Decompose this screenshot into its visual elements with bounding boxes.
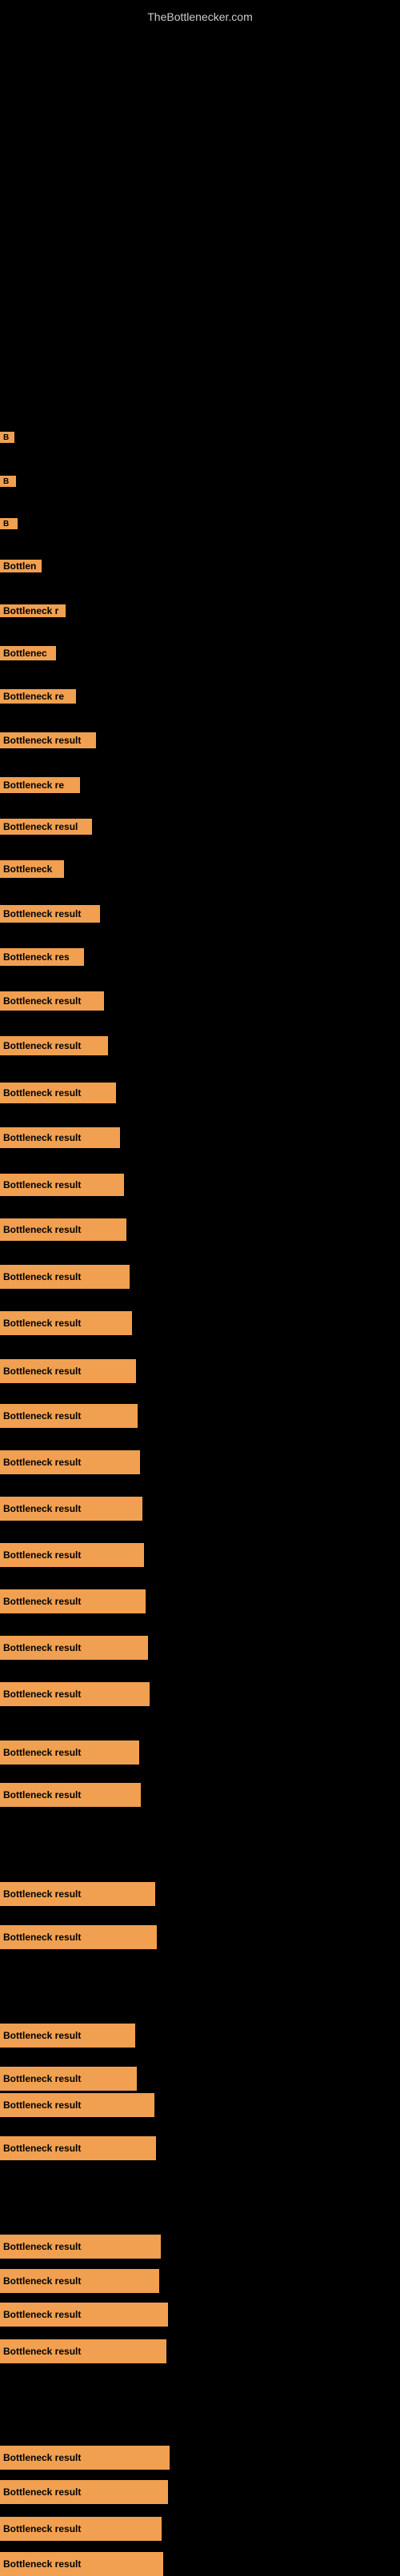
bottleneck-bar: Bottleneck result — [0, 2480, 168, 2504]
bottleneck-bar: Bottleneck result — [0, 1882, 155, 1906]
bottleneck-bar: Bottleneck result — [0, 2024, 135, 2048]
bottleneck-bar: Bottleneck result — [0, 2552, 163, 2576]
bottleneck-bar: Bottleneck result — [0, 2517, 162, 2541]
bottleneck-bar: Bottleneck result — [0, 1925, 157, 1949]
bottleneck-bar: B — [0, 432, 14, 443]
site-title: TheBottlenecker.com — [0, 4, 400, 30]
bottleneck-bar: Bottleneck result — [0, 1783, 141, 1807]
bottleneck-bar: Bottleneck resul — [0, 819, 92, 835]
bottleneck-bar: Bottleneck re — [0, 777, 80, 793]
bottleneck-bar: Bottleneck re — [0, 689, 76, 704]
bottleneck-bar: Bottleneck result — [0, 1174, 124, 1196]
bottleneck-bar: Bottleneck result — [0, 2446, 170, 2470]
bottleneck-bar: Bottleneck result — [0, 1741, 139, 1765]
bottleneck-bar: Bottleneck result — [0, 1589, 146, 1613]
bottleneck-bar: Bottleneck result — [0, 2269, 159, 2293]
bottleneck-bar: Bottleneck r — [0, 604, 66, 617]
bottleneck-bar: Bottleneck result — [0, 991, 104, 1011]
bottleneck-bar: Bottlenec — [0, 646, 56, 660]
bottleneck-bar: Bottleneck result — [0, 2303, 168, 2327]
bottleneck-bar: Bottleneck result — [0, 1359, 136, 1383]
bottleneck-bar: B — [0, 518, 18, 529]
bottleneck-bar: Bottleneck result — [0, 2136, 156, 2160]
bottleneck-bar: Bottleneck result — [0, 1682, 150, 1706]
bottleneck-bar: Bottleneck result — [0, 1404, 138, 1428]
bottleneck-bar: Bottlen — [0, 560, 42, 572]
bottleneck-bar: Bottleneck result — [0, 905, 100, 923]
bottleneck-bar: Bottleneck result — [0, 1127, 120, 1148]
bottleneck-bar: Bottleneck result — [0, 1497, 142, 1521]
bottleneck-bar: Bottleneck — [0, 860, 64, 878]
bottleneck-bar: Bottleneck result — [0, 1036, 108, 1055]
bottleneck-bar: Bottleneck result — [0, 1450, 140, 1474]
bottleneck-bar: Bottleneck result — [0, 1083, 116, 1103]
bottleneck-bar: Bottleneck result — [0, 2339, 166, 2363]
bottleneck-bar: Bottleneck result — [0, 1311, 132, 1335]
bottleneck-bar: Bottleneck result — [0, 732, 96, 748]
bottleneck-bar: Bottleneck result — [0, 1636, 148, 1660]
bottleneck-bar: Bottleneck result — [0, 2235, 161, 2259]
bottleneck-bar: B — [0, 476, 16, 487]
bottleneck-bar: Bottleneck result — [0, 1543, 144, 1567]
bottleneck-bar: Bottleneck result — [0, 2093, 154, 2117]
bottleneck-bar: Bottleneck res — [0, 948, 84, 966]
bottleneck-bar: Bottleneck result — [0, 2067, 137, 2091]
bottleneck-bar: Bottleneck result — [0, 1265, 130, 1289]
bottleneck-bar: Bottleneck result — [0, 1218, 126, 1241]
